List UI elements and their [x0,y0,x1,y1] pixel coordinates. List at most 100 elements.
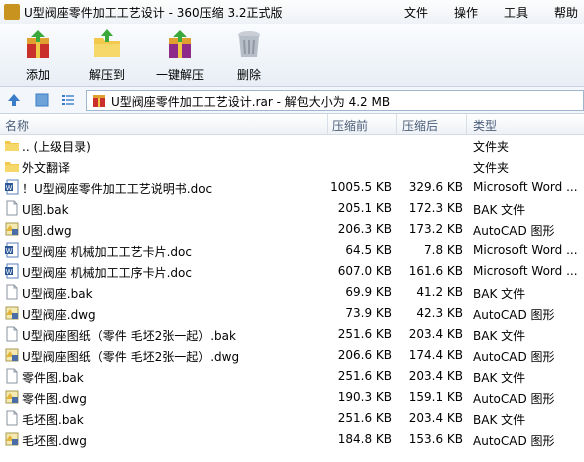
file-row[interactable]: U图.bak 205.1 KB 172.3 KB BAK 文件 [0,198,584,219]
add-button[interactable]: 添加 [7,26,69,84]
svg-text:W: W [6,248,13,255]
blank-file-icon [6,326,18,342]
column-header: 名称 压缩前 压缩后 类型 [0,114,584,135]
file-size: 206.6 KB [337,348,392,362]
column-compressed[interactable]: 压缩后 [402,117,438,134]
file-row[interactable]: W U型阀座 机械加工工艺卡片.doc 64.5 KB 7.8 KB Microsoft… [0,240,584,261]
file-row[interactable]: 外文翻译 文件夹 [0,156,584,177]
path-field[interactable]: U型阀座零件加工工艺设计.rar - 解包大小为 4.2 MB [86,90,584,111]
file-size: 1005.5 KB [330,180,392,194]
menu-tools[interactable]: 工具 [504,4,528,21]
archive-icon [93,95,105,107]
window-title: U型阀座零件加工工艺设计 - 360压缩 3.2正式版 [24,6,283,20]
large-icons-view-icon[interactable] [34,92,50,108]
file-type: AutoCAD 图形 [473,308,555,322]
file-name: U型阀座.bak [22,287,93,301]
file-size: 205.1 KB [337,201,392,215]
file-name: 毛坯图.bak [22,413,84,427]
file-compressed-size: 203.4 KB [408,369,463,383]
file-row[interactable]: W U型阀座 机械加工工序卡片.doc 607.0 KB 161.6 KB Micros… [0,261,584,282]
file-compressed-size: 7.8 KB [424,243,463,257]
file-name: U型阀座.dwg [22,308,96,322]
blank-file-icon [6,200,18,216]
file-compressed-size: 329.6 KB [408,180,463,194]
file-row[interactable]: U型阀座图纸（零件 毛坯2张一起）.dwg 206.6 KB 174.4 KB Aut… [0,345,584,366]
app-logo-icon [4,4,20,20]
extract-to-folder-icon [94,29,120,57]
autocad-icon [5,222,19,236]
menu-operation[interactable]: 操作 [454,4,478,21]
archive-path: U型阀座零件加工工艺设计.rar - 解包大小为 4.2 MB [111,95,391,109]
file-type: BAK 文件 [473,203,526,217]
file-type: AutoCAD 图形 [473,350,555,364]
folder-icon [5,162,19,172]
path-bar: U型阀座零件加工工艺设计.rar - 解包大小为 4.2 MB [0,87,584,114]
blank-file-icon [6,368,18,384]
file-type: BAK 文件 [473,413,526,427]
file-type: 文件夹 [473,140,510,154]
file-compressed-size: 42.3 KB [416,306,463,320]
file-compressed-size: 159.1 KB [408,390,463,404]
details-view-icon[interactable] [60,92,76,108]
toolbar: 添加 解压到 一键解压 删除 [0,24,584,87]
file-row[interactable]: W ！U型阀座零件加工工艺说明书.doc 1005.5 KB 329.6 KB Micr… [0,177,584,198]
file-compressed-size: 153.6 KB [408,432,463,446]
file-size: 69.9 KB [345,285,392,299]
blank-file-icon [6,284,18,300]
delete-label: 删除 [236,68,261,82]
file-row[interactable]: 零件图.bak 251.6 KB 203.4 KB BAK 文件 [0,366,584,387]
file-compressed-size: 203.4 KB [408,411,463,425]
menu-file[interactable]: 文件 [404,4,428,21]
file-row[interactable]: U型阀座图纸（零件 毛坯2张一起）.bak 251.6 KB 203.4 KB BAK… [0,324,584,345]
file-size: 251.6 KB [337,369,392,383]
file-type: BAK 文件 [473,287,526,301]
delete-button[interactable]: 删除 [218,26,280,84]
file-compressed-size: 172.3 KB [408,201,463,215]
file-type: 文件夹 [473,161,510,175]
file-name: U型阀座 机械加工工序卡片.doc [22,266,192,280]
file-type: Microsoft Word ... [473,264,578,278]
file-row[interactable]: .. (上级目录) 文件夹 [0,135,584,156]
extract-to-button[interactable]: 解压到 [76,26,138,84]
add-archive-icon [27,30,49,58]
file-type: AutoCAD 图形 [473,392,555,406]
file-row[interactable]: U型阀座.bak 69.9 KB 41.2 KB BAK 文件 [0,282,584,303]
file-name: 毛坯图.dwg [22,434,87,448]
file-compressed-size: 174.4 KB [408,348,463,362]
autocad-icon [5,348,19,362]
column-size[interactable]: 压缩前 [332,117,368,134]
file-name: 零件图.bak [22,371,84,385]
column-type[interactable]: 类型 [473,117,497,134]
file-compressed-size: 41.2 KB [416,285,463,299]
file-size: 251.6 KB [337,411,392,425]
file-type: AutoCAD 图形 [473,224,555,238]
file-type: BAK 文件 [473,371,526,385]
menu-help[interactable]: 帮助 [554,4,578,21]
svg-text:W: W [6,269,13,276]
folder-icon [5,141,19,151]
one-click-extract-button[interactable]: 一键解压 [147,26,213,84]
autocad-icon [5,306,19,320]
autocad-icon [5,390,19,404]
file-row[interactable]: 毛坯图.dwg 184.8 KB 153.6 KB AutoCAD 图形 [0,429,584,450]
file-size: 64.5 KB [345,243,392,257]
file-size: 206.3 KB [337,222,392,236]
up-arrow-icon[interactable] [6,92,22,108]
file-name: U图.bak [22,203,69,217]
file-type: BAK 文件 [473,329,526,343]
file-row[interactable]: U型阀座.dwg 73.9 KB 42.3 KB AutoCAD 图形 [0,303,584,324]
file-row[interactable]: 零件图.dwg 190.3 KB 159.1 KB AutoCAD 图形 [0,387,584,408]
word-doc-icon: W [5,179,19,195]
file-name: U型阀座 机械加工工艺卡片.doc [22,245,192,259]
title-bar: U型阀座零件加工工艺设计 - 360压缩 3.2正式版 文件 操作 工具 帮助 [0,0,584,24]
file-size: 190.3 KB [337,390,392,404]
file-name: U型阀座图纸（零件 毛坯2张一起）.bak [22,329,236,343]
column-name[interactable]: 名称 [5,117,29,134]
file-name: .. (上级目录) [22,140,91,154]
file-row[interactable]: U图.dwg 206.3 KB 173.2 KB AutoCAD 图形 [0,219,584,240]
svg-text:W: W [6,185,13,192]
file-row[interactable]: 毛坯图.bak 251.6 KB 203.4 KB BAK 文件 [0,408,584,429]
file-size: 73.9 KB [345,306,392,320]
file-name: ！U型阀座零件加工工艺说明书.doc [22,182,213,196]
trash-icon [238,31,260,57]
